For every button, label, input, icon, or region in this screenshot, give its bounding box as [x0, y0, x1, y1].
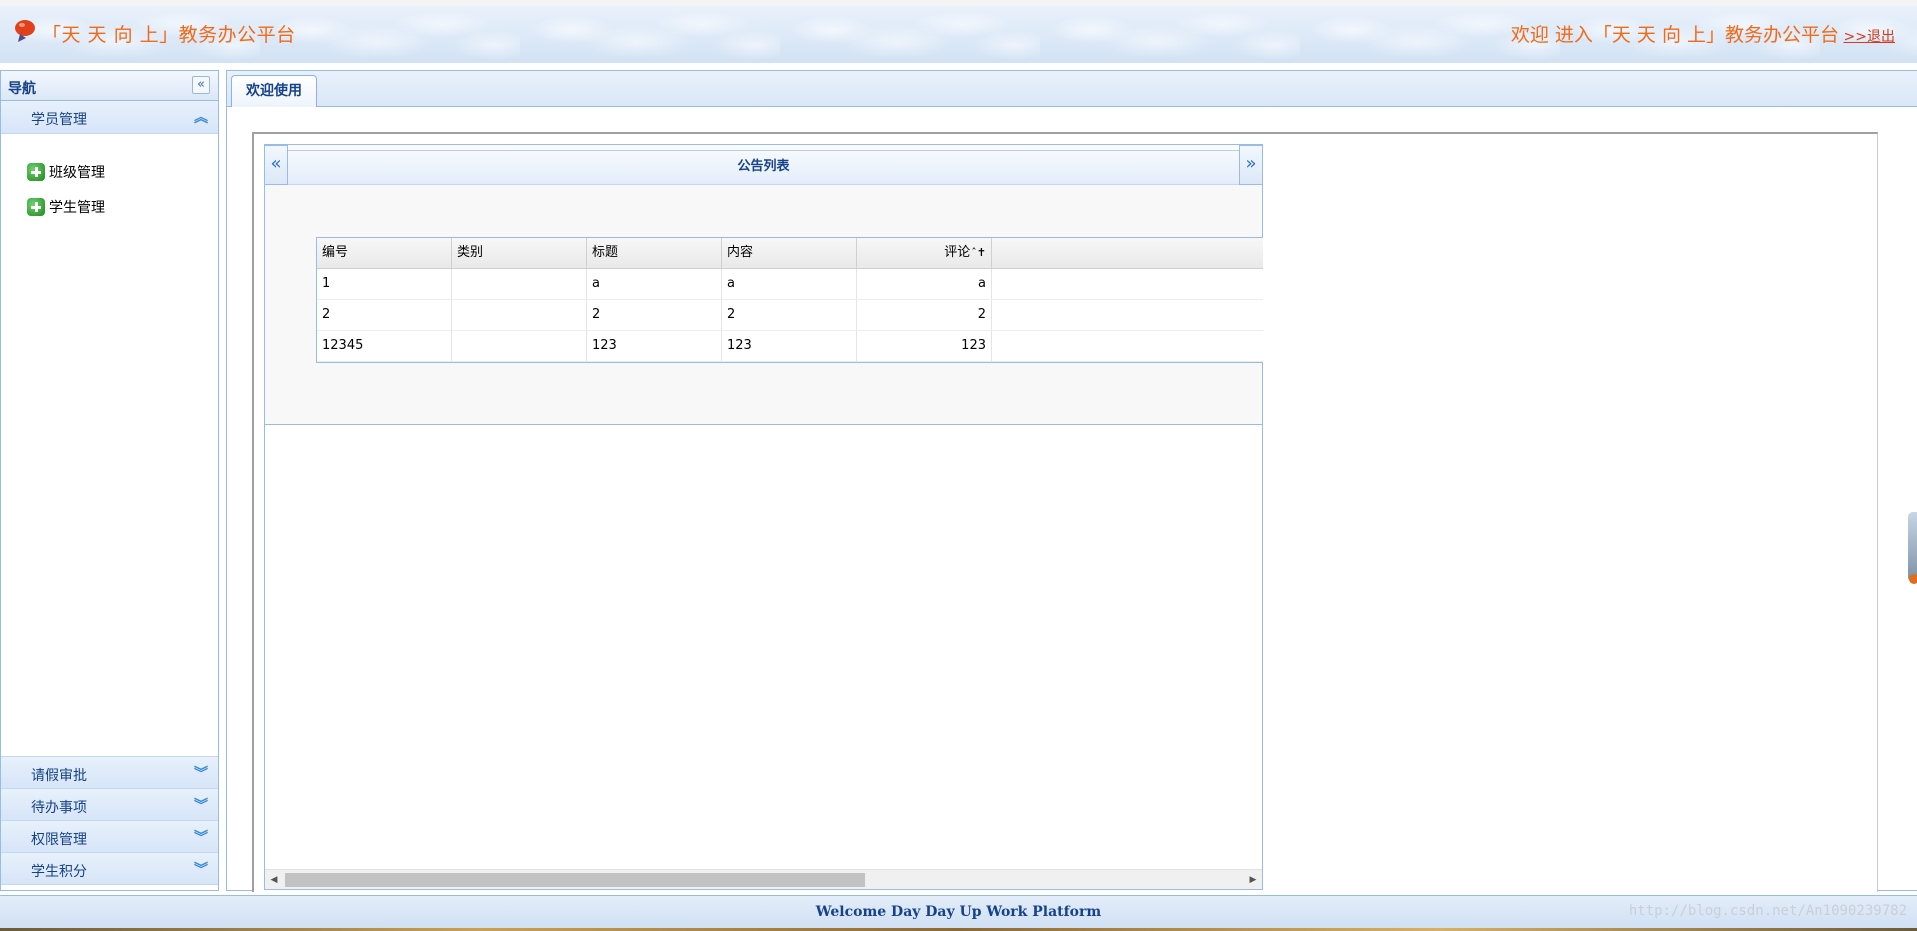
- grid-header-row: 编号 类别 标题 内容 评论ˆ✝: [317, 238, 1263, 269]
- double-chevron-right-icon: »: [1245, 153, 1257, 174]
- cell-comment: 2: [857, 300, 992, 330]
- table-row[interactable]: 2 2 2 2: [317, 300, 1263, 331]
- row-filler: [992, 331, 1263, 361]
- row-filler: [992, 269, 1263, 299]
- double-chevron-left-icon: «: [197, 77, 205, 92]
- column-header-category[interactable]: 类别: [452, 238, 587, 268]
- column-header-title[interactable]: 标题: [587, 238, 722, 268]
- nav-title: 导航: [8, 81, 36, 97]
- double-chevron-left-icon: «: [270, 153, 282, 174]
- column-header-comment[interactable]: 评论ˆ✝: [857, 238, 992, 268]
- cell-id: 2: [317, 300, 452, 330]
- chevron-down-icon: ︾: [194, 766, 208, 782]
- panel-collapse-left-button[interactable]: «: [264, 145, 288, 185]
- app-title: 「天 天 向 上」教务办公平台: [42, 24, 296, 46]
- main-content: 欢迎使用 公告列表 « » 编号 类别 标题 内容 评论ˆ✝ 1 a a a 2…: [226, 70, 1917, 892]
- horizontal-scrollbar[interactable]: ◀ ▶: [265, 869, 1262, 889]
- cell-comment: 123: [857, 331, 992, 361]
- sidebar-section-student-points[interactable]: 学生积分 ︾: [1, 853, 218, 885]
- sidebar-section-label: 待办事项: [31, 800, 87, 816]
- sidebar-section-student-management[interactable]: 学员管理 ︽: [1, 101, 218, 134]
- sidebar-item-label: 班级管理: [49, 165, 105, 181]
- sidebar-item-label: 学生管理: [49, 200, 105, 216]
- app-footer: Welcome Day Day Up Work Platform http://…: [0, 895, 1917, 928]
- content-frame: 公告列表 « » 编号 类别 标题 内容 评论ˆ✝ 1 a a a 2 2 2 …: [252, 132, 1878, 892]
- row-filler: [992, 300, 1263, 330]
- scrollbar-thumb[interactable]: [285, 873, 865, 887]
- column-header-id[interactable]: 编号: [317, 238, 452, 268]
- green-plus-icon: [27, 198, 45, 216]
- table-row[interactable]: 12345 123 123 123: [317, 331, 1263, 362]
- column-header-comment-label: 评论: [944, 245, 971, 260]
- sort-icon: ˆ✝: [971, 246, 986, 259]
- grid-header-filler: [992, 238, 1263, 268]
- tab-welcome[interactable]: 欢迎使用: [231, 75, 317, 108]
- student-management-items: 班级管理 学生管理: [1, 134, 218, 757]
- chevron-down-icon: ︾: [194, 798, 208, 814]
- scroll-right-icon[interactable]: ▶: [1244, 870, 1262, 890]
- panel-header: 公告列表 « »: [264, 145, 1263, 185]
- welcome-text: 欢迎 进入「天 天 向 上」教务办公平台: [1510, 24, 1839, 46]
- sidebar-section-leave-approval[interactable]: 请假审批 ︾: [1, 757, 218, 789]
- watermark: http://blog.csdn.net/An1090239782: [1628, 903, 1907, 919]
- edge-slider-handle[interactable]: [1908, 512, 1917, 584]
- sidebar-section-label: 权限管理: [31, 832, 87, 848]
- chevron-down-icon: ︾: [194, 862, 208, 878]
- cell-content: a: [722, 269, 857, 299]
- cell-title: a: [587, 269, 722, 299]
- table-row[interactable]: 1 a a a: [317, 269, 1263, 300]
- sidebar-section-label: 学生积分: [31, 864, 87, 880]
- announcement-panel: 公告列表 « » 编号 类别 标题 内容 评论ˆ✝ 1 a a a 2 2 2 …: [264, 144, 1263, 890]
- nav-header: 导航 «: [1, 71, 218, 101]
- cell-id: 12345: [317, 331, 452, 361]
- sidebar-section-label: 学员管理: [31, 112, 87, 128]
- collapse-sidebar-button[interactable]: «: [192, 76, 210, 94]
- chevron-down-icon: ︾: [194, 830, 208, 846]
- navigation-sidebar: 导航 « 学员管理 ︽ 班级管理 学生管理 请假审批 ︾ 待办事项 ︾ 权限管理…: [0, 70, 219, 891]
- tab-body: 公告列表 « » 编号 类别 标题 内容 评论ˆ✝ 1 a a a 2 2 2 …: [227, 107, 1917, 892]
- logout-link[interactable]: >>退出: [1844, 26, 1895, 46]
- cell-category: [452, 269, 587, 299]
- logo-icon: [15, 20, 35, 42]
- cell-content: 2: [722, 300, 857, 330]
- app-header: 「天 天 向 上」教务办公平台 欢迎 进入「天 天 向 上」教务办公平台 >>退…: [0, 0, 1917, 63]
- cell-category: [452, 331, 587, 361]
- column-header-content[interactable]: 内容: [722, 238, 857, 268]
- chevron-up-icon: ︽: [194, 110, 208, 126]
- sidebar-section-label: 请假审批: [31, 768, 87, 784]
- scroll-left-icon[interactable]: ◀: [265, 870, 283, 890]
- panel-title: 公告列表: [737, 159, 790, 174]
- panel-content: 编号 类别 标题 内容 评论ˆ✝ 1 a a a 2 2 2 2 12345 1…: [265, 185, 1263, 425]
- panel-expand-right-button[interactable]: »: [1239, 145, 1263, 185]
- sidebar-item-class-management[interactable]: 班级管理: [27, 160, 105, 184]
- collapsed-sections: 请假审批 ︾ 待办事项 ︾ 权限管理 ︾ 学生积分 ︾: [1, 757, 218, 885]
- sidebar-section-todo[interactable]: 待办事项 ︾: [1, 789, 218, 821]
- sidebar-item-student-management[interactable]: 学生管理: [27, 195, 105, 219]
- cell-content: 123: [722, 331, 857, 361]
- cell-comment: a: [857, 269, 992, 299]
- cell-category: [452, 300, 587, 330]
- green-plus-icon: [27, 163, 45, 181]
- cell-id: 1: [317, 269, 452, 299]
- sidebar-section-permissions[interactable]: 权限管理 ︾: [1, 821, 218, 853]
- tab-strip: 欢迎使用: [227, 71, 1917, 108]
- cell-title: 123: [587, 331, 722, 361]
- announcement-grid: 编号 类别 标题 内容 评论ˆ✝ 1 a a a 2 2 2 2 12345 1…: [316, 237, 1263, 363]
- cell-title: 2: [587, 300, 722, 330]
